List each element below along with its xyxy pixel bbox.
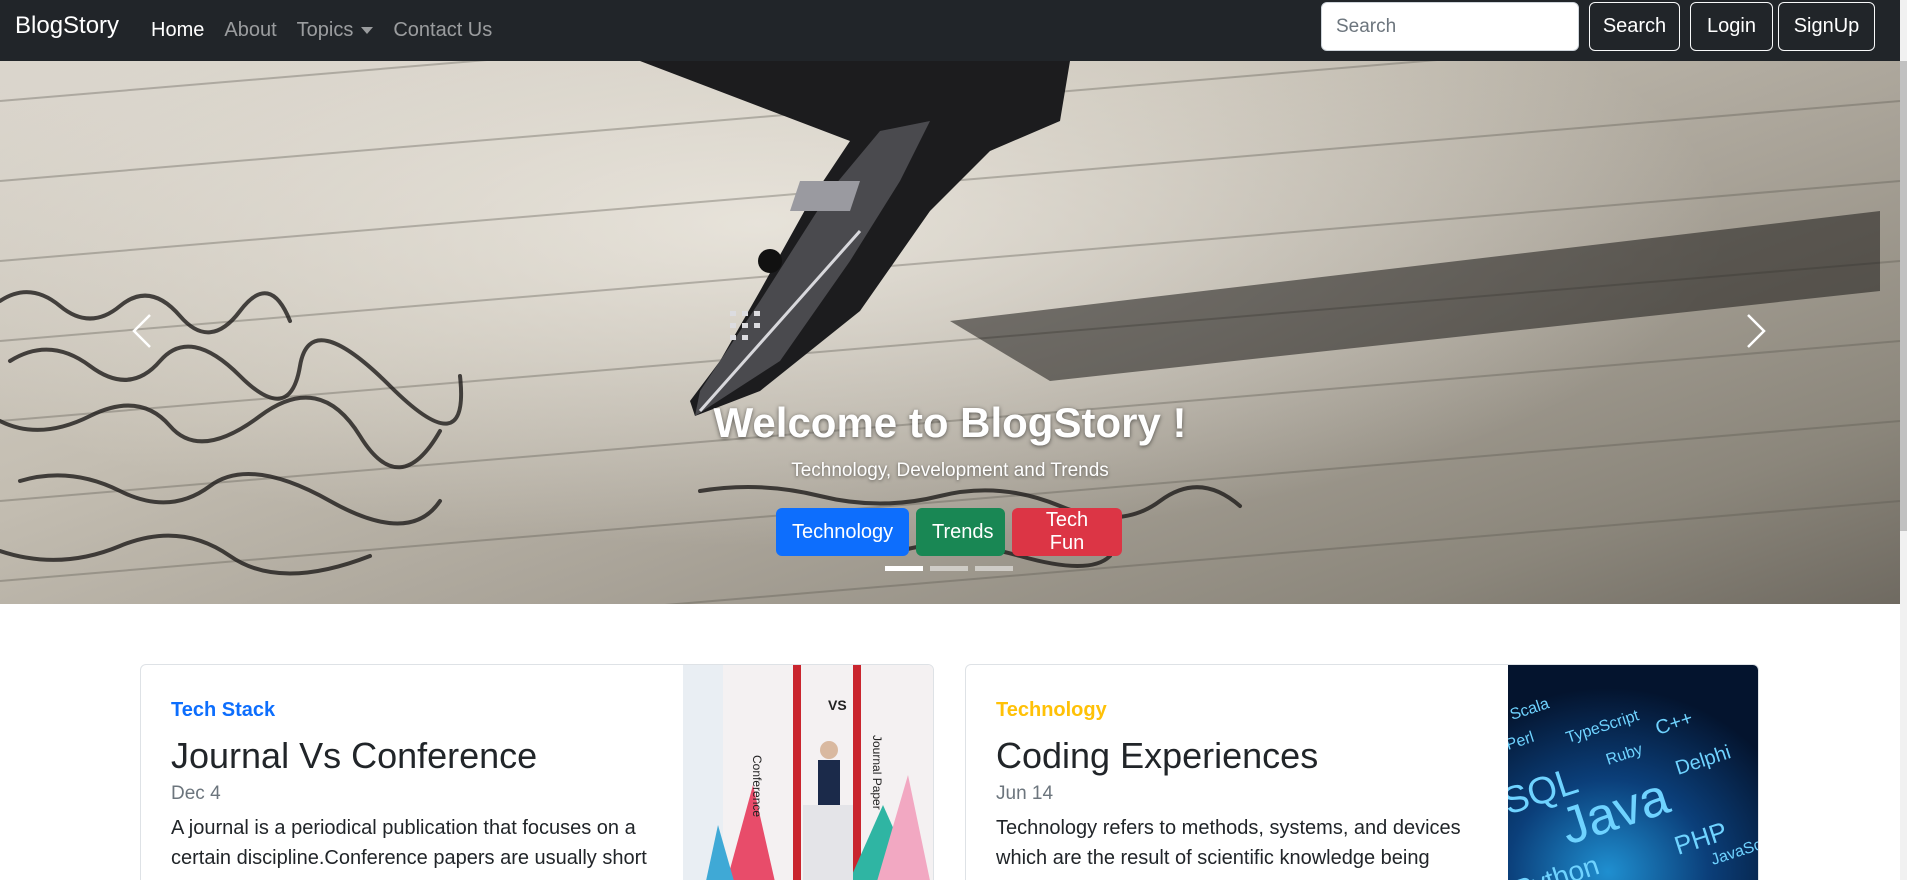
carousel-indicator[interactable] [930, 566, 968, 571]
card-title: Journal Vs Conference [171, 735, 538, 776]
search-input[interactable] [1321, 2, 1579, 51]
trends-button[interactable]: Trends [916, 508, 1005, 556]
card-date: Dec 4 [171, 783, 221, 804]
page-scrollbar[interactable] [1900, 0, 1907, 880]
nav-link-about[interactable]: About [224, 19, 276, 42]
card-image: Conference VS Journal Paper [683, 665, 933, 880]
carousel-next-button[interactable] [1736, 306, 1776, 356]
card-date: Jun 14 [996, 783, 1054, 804]
card-category: Technology [996, 699, 1107, 721]
hero-title: Welcome to BlogStory ! [713, 399, 1187, 446]
carousel-indicators [885, 566, 1013, 571]
carousel-indicator[interactable] [885, 566, 923, 571]
navbar: BlogStory Home About Topics Contact Us S… [0, 0, 1907, 61]
card-title: Coding Experiences [996, 735, 1319, 776]
nav-link-topics-label: Topics [296, 19, 354, 41]
card-image-label: VS [828, 697, 847, 713]
carousel-prev-button[interactable] [122, 306, 162, 356]
signup-button[interactable]: SignUp [1778, 2, 1875, 51]
chevron-right-icon [1747, 314, 1766, 348]
nav-link-topics[interactable]: Topics [297, 19, 374, 42]
nav-links: Home About Topics Contact Us [151, 0, 512, 61]
brand-logo[interactable]: BlogStory [15, 12, 119, 40]
hero-carousel: Welcome to BlogStory ! Technology, Devel… [0, 61, 1900, 604]
nav-link-contact[interactable]: Contact Us [393, 19, 492, 42]
search-button[interactable]: Search [1589, 2, 1680, 51]
chevron-left-icon [132, 314, 151, 348]
card-text: Technology refers to methods, systems, a… [996, 817, 1461, 869]
hero-subtitle: Technology, Development and Trends [791, 460, 1109, 481]
scrollbar-thumb[interactable] [1900, 61, 1907, 531]
chevron-down-icon [361, 27, 374, 34]
blog-card[interactable]: Tech Stack Journal Vs Conference Dec 4 A… [140, 664, 934, 880]
card-body: Tech Stack Journal Vs Conference Dec 4 A… [171, 699, 671, 873]
login-button[interactable]: Login [1690, 2, 1773, 51]
blog-card[interactable]: Technology Coding Experiences Jun 14 Tec… [965, 664, 1759, 880]
card-image: Scala TypeScript Perl C++ Ruby Delphi SQ… [1508, 665, 1758, 880]
nav-link-home[interactable]: Home [151, 19, 204, 42]
card-image-label: Conference [750, 755, 764, 817]
card-category: Tech Stack [171, 699, 276, 721]
card-text: A journal is a periodical publication th… [171, 817, 647, 869]
page: BlogStory Home About Topics Contact Us S… [0, 0, 1907, 880]
card-body: Technology Coding Experiences Jun 14 Tec… [996, 699, 1496, 873]
technology-button[interactable]: Technology [776, 508, 909, 556]
hero-buttons: Technology Trends Tech Fun [776, 508, 1122, 556]
tech-fun-button[interactable]: Tech Fun [1012, 508, 1122, 556]
carousel-indicator[interactable] [975, 566, 1013, 571]
card-image-label: Journal Paper [870, 735, 884, 810]
